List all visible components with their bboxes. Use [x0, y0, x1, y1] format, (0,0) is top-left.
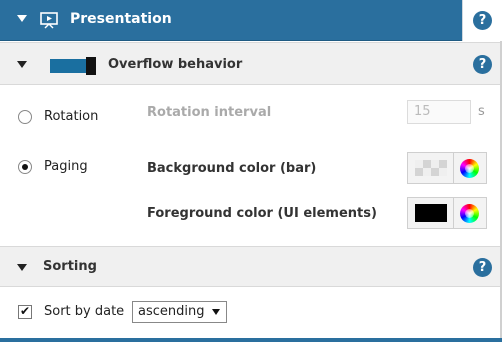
dropdown-arrow-icon — [212, 309, 220, 315]
black-swatch-icon — [415, 204, 447, 222]
section-title: Sorting — [43, 259, 97, 274]
rotation-radio[interactable] — [18, 110, 32, 124]
background-color-swatch[interactable] — [408, 153, 454, 183]
color-wheel-icon — [460, 159, 479, 178]
paging-label: Paging — [44, 159, 88, 174]
sort-order-value: ascending — [138, 304, 205, 319]
bottom-border — [0, 338, 502, 342]
foreground-color-swatch[interactable] — [408, 198, 454, 228]
background-color-wheel-button[interactable] — [454, 153, 486, 183]
help-icon[interactable]: ? — [473, 11, 492, 30]
help-icon[interactable]: ? — [473, 55, 492, 74]
presentation-header[interactable]: Presentation ? — [0, 0, 502, 41]
caret-down-icon[interactable] — [17, 264, 27, 271]
rotation-interval-unit: s — [478, 104, 485, 119]
caret-down-icon[interactable] — [17, 15, 27, 22]
overflow-indicator-icon — [50, 57, 96, 75]
color-wheel-icon — [460, 204, 479, 223]
transparent-swatch-icon — [415, 160, 447, 176]
foreground-color-picker[interactable] — [407, 197, 487, 229]
page-title: Presentation — [70, 11, 172, 27]
presentation-icon — [40, 12, 58, 29]
rotation-label: Rotation — [44, 109, 99, 124]
background-color-picker[interactable] — [407, 152, 487, 184]
sort-by-date-label: Sort by date — [44, 304, 125, 319]
rotation-interval-label: Rotation interval — [147, 105, 272, 120]
caret-down-icon[interactable] — [17, 61, 27, 68]
rotation-interval-input[interactable]: 15 — [407, 100, 471, 124]
overflow-behavior-header[interactable]: Overflow behavior ? — [0, 42, 502, 85]
help-icon[interactable]: ? — [473, 258, 492, 277]
foreground-color-label: Foreground color (UI elements) — [147, 206, 377, 221]
foreground-color-wheel-button[interactable] — [454, 198, 486, 228]
sort-order-select[interactable]: ascending — [132, 301, 227, 323]
help-box: ? — [462, 0, 502, 41]
section-title: Overflow behavior — [108, 57, 243, 72]
background-color-label: Background color (bar) — [147, 161, 317, 176]
sort-by-date-checkbox[interactable]: ✔ — [18, 304, 32, 319]
sorting-header[interactable]: Sorting ? — [0, 246, 502, 287]
paging-radio[interactable] — [18, 160, 32, 174]
checkmark-icon: ✔ — [20, 304, 31, 318]
